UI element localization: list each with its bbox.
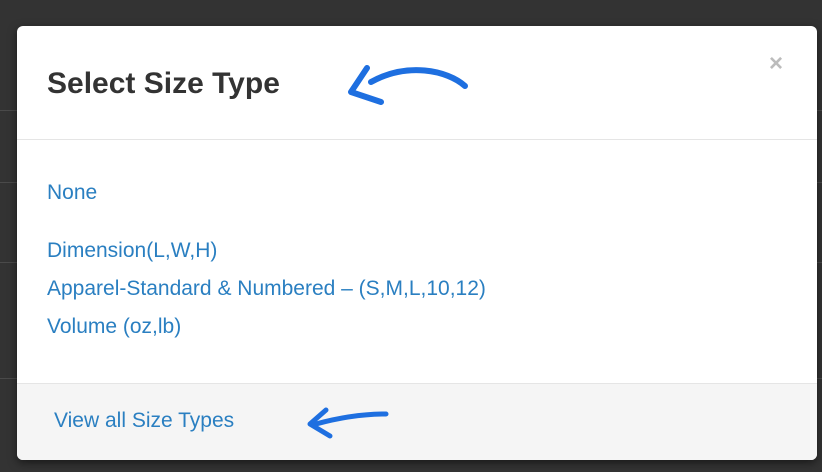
close-icon[interactable]: × (769, 52, 783, 76)
modal-header: Select Size Type × (17, 26, 817, 140)
annotation-arrow-icon (348, 65, 468, 105)
select-size-type-modal: Select Size Type × None Dimension(L,W,H)… (17, 26, 817, 460)
option-volume[interactable]: Volume (oz,lb) (47, 314, 181, 340)
annotation-arrow-icon (307, 407, 389, 439)
view-all-size-types-link[interactable]: View all Size Types (54, 408, 234, 434)
modal-title: Select Size Type (47, 67, 280, 100)
modal-body: None Dimension(L,W,H) Apparel-Standard &… (17, 140, 817, 383)
option-dimension[interactable]: Dimension(L,W,H) (47, 238, 217, 264)
modal-footer: View all Size Types (17, 383, 817, 460)
option-none[interactable]: None (47, 180, 97, 206)
option-apparel[interactable]: Apparel-Standard & Numbered – (S,M,L,10,… (47, 276, 486, 302)
